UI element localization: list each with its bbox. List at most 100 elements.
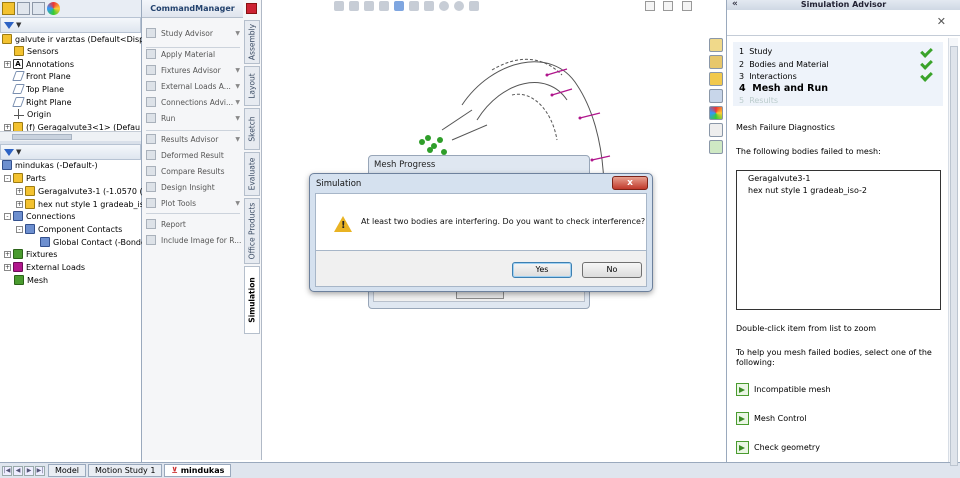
tab-model[interactable]: Model (48, 464, 87, 477)
tab-simulation[interactable]: Simulation (244, 266, 260, 334)
cmd-item[interactable]: Report (146, 217, 240, 231)
go-arrow-icon (736, 382, 749, 396)
step-mesh-and-run[interactable]: 4 Mesh and Run (739, 82, 828, 94)
study-filter-bar[interactable]: ▼ (0, 144, 141, 160)
tree-item-mesh[interactable]: Mesh (14, 274, 48, 286)
cmd-item[interactable]: External Loads A... ▼ (146, 79, 240, 93)
step-bodies-and-material[interactable]: 2 Bodies and Material (739, 58, 829, 70)
cmd-item[interactable]: Apply Material (146, 47, 240, 61)
tab-motion-study[interactable]: Motion Study 1 (88, 464, 163, 477)
study-tree: mindukas (-Default-) - Parts + Geragalvute… (0, 159, 153, 289)
resources-icon[interactable] (709, 38, 723, 52)
collapse-chevron-icon[interactable]: « (732, 0, 738, 9)
yes-button[interactable]: Yes (512, 262, 572, 278)
cmd-item[interactable]: Run ▼ (146, 111, 240, 125)
cmd-item[interactable]: Connections Advi... ▼ (146, 95, 240, 109)
tree-item-fixtures[interactable]: + Fixtures (4, 248, 57, 260)
dropdown-arrow-icon[interactable]: ▼ (235, 30, 240, 37)
mesh-control-link[interactable]: Mesh Control (736, 411, 807, 425)
check-geometry-link[interactable]: Check geometry (736, 440, 820, 454)
filter-icon[interactable] (4, 148, 14, 156)
tab-study[interactable]: ⊻ mindukas (164, 464, 232, 477)
collapse-icon[interactable]: - (16, 225, 23, 233)
filter-icon[interactable] (4, 21, 14, 29)
expand-icon[interactable]: + (4, 263, 11, 271)
file-explorer-icon[interactable] (709, 72, 723, 86)
view-palette-icon[interactable] (709, 89, 723, 103)
tab-evaluate[interactable]: Evaluate (244, 152, 260, 196)
tree-item-annotations[interactable]: + A Annotations (4, 58, 74, 70)
feature-tree-tab-icon[interactable] (2, 2, 15, 15)
tree-horizontal-scrollbar[interactable] (0, 131, 141, 141)
list-item[interactable]: hex nut style 1 gradeab_iso-2 (748, 185, 929, 197)
tree-item-part-1[interactable]: + Geragalvute3-1 (-1.0570 (S3 (16, 185, 153, 197)
tree-item-front-plane[interactable]: Front Plane (12, 70, 71, 82)
scrollbar-thumb[interactable] (12, 134, 72, 140)
step-interactions[interactable]: 3 Interactions (739, 70, 797, 82)
tree-item-external-loads[interactable]: + External Loads (4, 261, 85, 273)
tree-item-origin[interactable]: Origin (14, 108, 51, 120)
dialog-close-button[interactable]: x (612, 176, 648, 190)
tree-item-sensors[interactable]: Sensors (14, 45, 59, 57)
step-study[interactable]: 1 Study (739, 45, 772, 57)
appearances-icon[interactable] (709, 106, 723, 120)
incompatible-mesh-link[interactable]: Incompatible mesh (736, 382, 831, 396)
dropdown-arrow-icon[interactable]: ▼ (235, 83, 240, 90)
previous-tab-icon[interactable]: ◀ (13, 465, 23, 476)
expand-icon[interactable]: + (16, 187, 23, 195)
last-tab-icon[interactable]: ▶| (35, 465, 45, 476)
tree-item-global-contact[interactable]: Global Contact (-Bonde (40, 236, 146, 248)
tree-item-connections[interactable]: - Connections (4, 210, 75, 222)
cmd-item[interactable]: Design Insight (146, 180, 240, 194)
no-button[interactable]: No (582, 262, 642, 278)
pin-icon[interactable] (246, 3, 257, 14)
expand-icon[interactable]: + (4, 123, 11, 131)
dropdown-arrow-icon[interactable]: ▼ (235, 200, 240, 207)
command-icon (146, 198, 156, 208)
tree-item-part-2[interactable]: + hex nut style 1 gradeab_iso- (16, 198, 152, 210)
cmd-item[interactable]: Compare Results (146, 164, 240, 178)
failed-bodies-list[interactable]: Geragalvute3-1 hex nut style 1 gradeab_i… (736, 170, 941, 310)
tab-office-products[interactable]: Office Products (244, 198, 260, 264)
step-results[interactable]: 5 Results (739, 94, 778, 106)
cmd-item[interactable]: Study Advisor ▼ (146, 26, 240, 40)
cmd-item[interactable]: Fixtures Advisor ▼ (146, 63, 240, 77)
filter-dropdown-icon[interactable]: ▼ (16, 148, 21, 156)
appearance-tab-icon[interactable] (47, 2, 60, 15)
expand-icon[interactable]: + (4, 60, 11, 68)
cmd-item[interactable]: Plot Tools ▼ (146, 196, 240, 210)
tree-item-assembly[interactable]: galvute ir varztas (Default<Disp (2, 33, 144, 45)
first-tab-icon[interactable]: |◀ (2, 465, 12, 476)
tab-assembly[interactable]: Assembly (244, 20, 260, 64)
collapse-icon[interactable]: - (4, 212, 11, 220)
cmd-item[interactable]: Deformed Result (146, 148, 240, 162)
cmd-item[interactable]: Include Image for R... (146, 233, 241, 247)
dropdown-arrow-icon[interactable]: ▼ (235, 67, 240, 74)
cmd-item[interactable]: Results Advisor ▼ (146, 132, 240, 146)
tab-sketch[interactable]: Sketch (244, 108, 260, 150)
feature-filter-bar[interactable]: ▼ (0, 17, 141, 33)
configuration-manager-tab-icon[interactable] (32, 2, 45, 15)
dropdown-arrow-icon[interactable]: ▼ (235, 136, 240, 143)
tree-item-component-contacts[interactable]: - Component Contacts (16, 223, 122, 235)
tree-item-top-plane[interactable]: Top Plane (12, 83, 64, 95)
tree-item-parts[interactable]: - Parts (4, 172, 46, 184)
custom-properties-icon[interactable] (709, 123, 723, 137)
scrollbar-thumb[interactable] (950, 46, 958, 466)
design-library-icon[interactable] (709, 55, 723, 69)
tree-item-study[interactable]: mindukas (-Default-) (2, 159, 98, 171)
filter-dropdown-icon[interactable]: ▼ (16, 21, 21, 29)
property-manager-tab-icon[interactable] (17, 2, 30, 15)
tree-item-right-plane[interactable]: Right Plane (12, 96, 72, 108)
simulation-advisor-icon[interactable] (709, 140, 723, 154)
tab-layout[interactable]: Layout (244, 66, 260, 106)
close-icon[interactable]: ✕ (937, 15, 946, 28)
list-item[interactable]: Geragalvute3-1 (748, 173, 929, 185)
next-tab-icon[interactable]: ▶ (24, 465, 34, 476)
expand-icon[interactable]: + (4, 250, 11, 258)
expand-icon[interactable]: + (16, 200, 23, 208)
dropdown-arrow-icon[interactable]: ▼ (235, 99, 240, 106)
dropdown-arrow-icon[interactable]: ▼ (235, 115, 240, 122)
advisor-vertical-scrollbar[interactable] (948, 38, 958, 466)
collapse-icon[interactable]: - (4, 174, 11, 182)
